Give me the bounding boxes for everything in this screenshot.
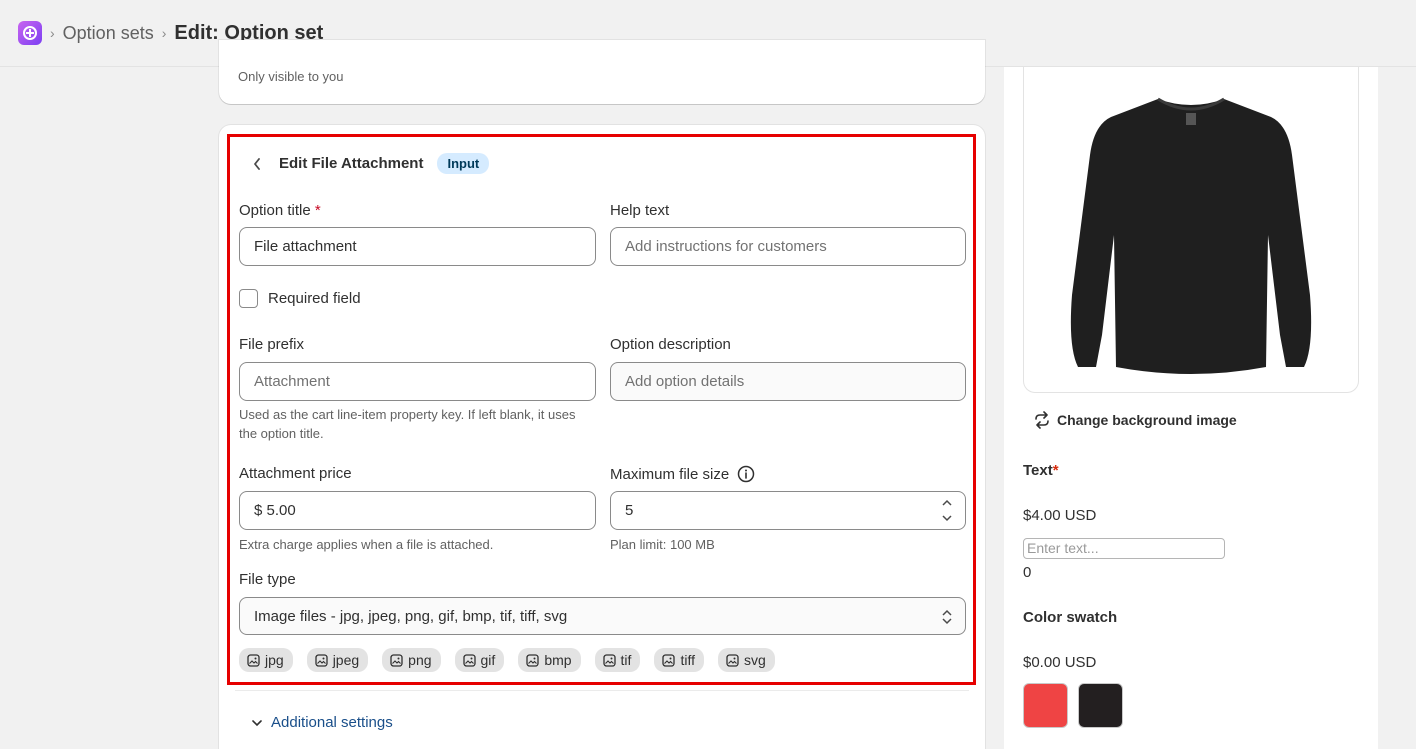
file-type-chip: bmp	[518, 648, 581, 672]
change-background-button[interactable]: Change background image	[1033, 411, 1237, 429]
edit-option-card: Edit File Attachment Input Option title …	[219, 125, 985, 749]
chevron-right-icon: ›	[50, 25, 55, 41]
back-button[interactable]	[247, 154, 267, 174]
breadcrumb-option-sets[interactable]: Option sets	[63, 23, 154, 44]
image-icon	[315, 653, 328, 667]
attachment-price-label: Attachment price	[239, 465, 352, 482]
stepper-up-icon[interactable]	[937, 495, 957, 510]
max-file-size-help: Plan limit: 100 MB	[610, 537, 715, 552]
text-option-price: $4.00 USD	[1023, 507, 1097, 524]
option-description-input[interactable]: Add option details	[610, 362, 966, 401]
product-image	[1023, 67, 1359, 393]
chevron-down-icon	[252, 719, 262, 726]
attachment-price-input[interactable]: $ 5.00	[239, 491, 596, 530]
help-text-input[interactable]: Add instructions for customers	[610, 227, 966, 266]
color-swatch-price: $0.00 USD	[1023, 654, 1097, 671]
refresh-icon	[1035, 411, 1049, 429]
product-preview-panel: Change background image Text* $4.00 USD …	[1004, 67, 1378, 749]
color-swatch-red[interactable]	[1023, 683, 1068, 728]
color-swatch-title: Color swatch	[1023, 609, 1118, 626]
additional-settings-toggle[interactable]: Additional settings	[251, 714, 393, 731]
attachment-price-help: Extra charge applies when a file is atta…	[239, 537, 494, 552]
file-prefix-label: File prefix	[239, 336, 305, 353]
file-type-label: File type	[239, 571, 296, 588]
option-set-card: Only visible to you	[219, 40, 985, 104]
file-prefix-input[interactable]: Attachment	[239, 362, 596, 401]
required-field-checkbox[interactable]	[239, 289, 258, 308]
change-background-label: Change background image	[1057, 412, 1237, 428]
editor-title: Edit File Attachment	[279, 155, 424, 172]
image-icon	[602, 653, 616, 667]
edit-file-attachment-panel: Edit File Attachment Input Option title …	[227, 134, 976, 685]
color-swatch-black[interactable]	[1078, 683, 1123, 728]
file-type-select[interactable]: Image files - jpg, jpeg, png, gif, bmp, …	[239, 597, 966, 635]
visibility-note: Only visible to you	[238, 69, 344, 84]
image-icon	[462, 653, 476, 667]
file-type-chip: tif	[594, 648, 641, 672]
image-icon	[662, 653, 676, 667]
option-description-label: Option description	[610, 336, 731, 353]
tshirt-image	[1070, 97, 1312, 374]
file-type-chips: jpg jpeg png gif bmp tif tiff svg	[239, 648, 789, 672]
chevron-left-icon	[254, 157, 260, 170]
chevron-right-icon: ›	[161, 25, 167, 41]
file-type-chip: tiff	[654, 648, 704, 672]
app-logo-icon[interactable]	[18, 21, 42, 45]
select-arrows-icon	[942, 609, 952, 625]
number-stepper[interactable]	[937, 495, 957, 525]
image-icon	[247, 653, 260, 667]
file-prefix-help: Used as the cart line-item property key.…	[239, 407, 576, 441]
required-field-row: Required field	[239, 289, 361, 308]
option-title-input[interactable]: File attachment	[239, 227, 596, 266]
divider	[235, 690, 969, 691]
file-type-chip: jpeg	[306, 648, 369, 672]
required-field-label: Required field	[268, 290, 361, 307]
max-file-size-label: Maximum file size	[610, 465, 755, 483]
file-type-chip: jpg	[239, 648, 293, 672]
help-text-label: Help text	[610, 202, 670, 219]
file-type-chip: svg	[717, 648, 775, 672]
required-star: *	[314, 202, 321, 219]
type-badge: Input	[437, 153, 490, 174]
stepper-down-icon[interactable]	[937, 510, 957, 525]
text-option-title: Text*	[1023, 462, 1059, 479]
max-file-size-input[interactable]: 5	[610, 491, 966, 530]
text-option-input[interactable]: Enter text...	[1023, 538, 1225, 559]
option-title-label: Option title *	[239, 202, 321, 219]
text-character-count: 0	[1023, 564, 1032, 581]
image-icon	[526, 653, 539, 667]
required-star: *	[1052, 462, 1059, 479]
info-icon[interactable]	[737, 465, 755, 483]
editor-header: Edit File Attachment Input	[247, 153, 490, 174]
file-type-chip: png	[382, 648, 441, 672]
additional-settings-label: Additional settings	[271, 714, 393, 731]
image-icon	[726, 653, 739, 667]
image-icon	[390, 653, 403, 667]
file-type-chip: gif	[454, 648, 505, 672]
